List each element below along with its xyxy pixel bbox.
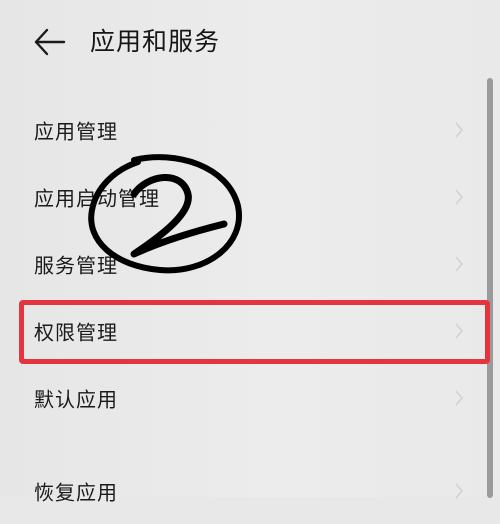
page-title: 应用和服务	[90, 27, 221, 56]
menu-item-restore-apps[interactable]: 恢复应用	[0, 457, 480, 524]
menu-item-label: 应用启动管理	[34, 186, 160, 210]
chevron-right-icon	[455, 188, 464, 205]
menu-item-label: 应用管理	[34, 119, 118, 143]
menu-item-app-launch-management[interactable]: 应用启动管理	[0, 163, 480, 230]
settings-menu: 应用管理 应用启动管理 服务管理 权限管理 默认应用 恢复应用	[0, 96, 500, 524]
chevron-right-icon	[455, 322, 464, 339]
menu-item-service-management[interactable]: 服务管理	[0, 230, 480, 297]
menu-item-default-apps[interactable]: 默认应用	[0, 364, 480, 431]
menu-item-label: 服务管理	[34, 253, 118, 277]
menu-item-permission-management[interactable]: 权限管理	[0, 297, 480, 364]
top-bar: 应用和服务	[0, 0, 500, 86]
chevron-right-icon	[455, 389, 464, 406]
arrow-left-icon	[34, 28, 66, 56]
menu-item-app-management[interactable]: 应用管理	[0, 96, 480, 163]
chevron-right-icon	[455, 121, 464, 138]
back-button[interactable]	[30, 22, 70, 62]
menu-item-label: 默认应用	[34, 387, 118, 411]
menu-item-label: 恢复应用	[34, 480, 118, 504]
settings-screen: 应用和服务 应用管理 应用启动管理 服务管理 权限管理 默认应用 恢复应用	[0, 0, 500, 504]
chevron-right-icon	[455, 255, 464, 272]
menu-item-label: 权限管理	[34, 320, 118, 344]
